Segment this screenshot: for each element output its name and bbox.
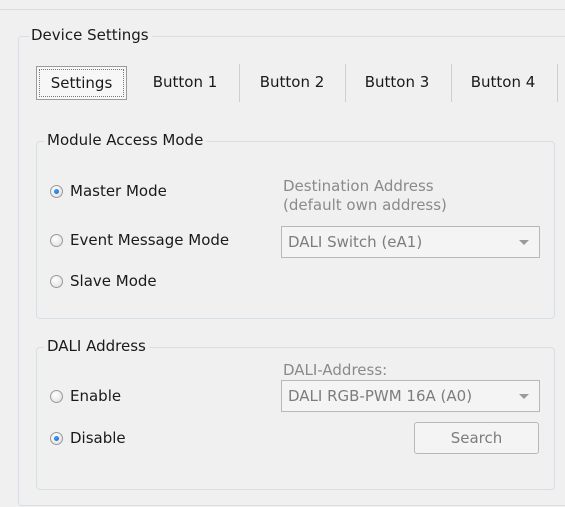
event-message-mode-radio[interactable]: Event Message Mode (50, 230, 229, 250)
chevron-down-icon (519, 394, 529, 399)
tab-button-4[interactable]: Button 4 (453, 66, 553, 100)
device-settings-title: Device Settings (29, 26, 152, 44)
dali-address-value: DALI RGB-PWM 16A (A0) (288, 387, 473, 405)
radio-unchecked-icon (50, 233, 63, 247)
dali-address-select[interactable]: DALI RGB-PWM 16A (A0) (281, 380, 540, 412)
module-access-mode-title: Module Access Mode (44, 131, 207, 149)
search-button[interactable]: Search (414, 422, 539, 454)
tab-button-1[interactable]: Button 1 (135, 66, 235, 100)
enable-label: Enable (70, 387, 122, 405)
top-divider (0, 9, 565, 10)
radio-unchecked-icon (50, 274, 63, 288)
tab-separator (345, 64, 346, 102)
tab-separator (239, 64, 240, 102)
radio-checked-icon (50, 431, 63, 445)
tab-settings-label: Settings (39, 69, 124, 97)
radio-unchecked-icon (50, 389, 63, 403)
dali-address-title: DALI Address (44, 337, 149, 355)
master-mode-label: Master Mode (70, 182, 167, 200)
disable-label: Disable (70, 429, 126, 447)
tab-settings[interactable]: Settings (36, 66, 127, 100)
master-mode-radio[interactable]: Master Mode (50, 181, 167, 201)
tab-button-3[interactable]: Button 3 (347, 66, 447, 100)
chevron-down-icon (519, 240, 529, 245)
slave-mode-radio[interactable]: Slave Mode (50, 271, 157, 291)
destination-address-select[interactable]: DALI Switch (eA1) (281, 226, 540, 258)
radio-checked-icon (50, 184, 63, 198)
enable-radio[interactable]: Enable (50, 386, 121, 406)
tab-separator (451, 64, 452, 102)
destination-address-hint: (default own address) (283, 196, 447, 214)
dali-address-field-label: DALI-Address: (283, 361, 388, 379)
event-message-mode-label: Event Message Mode (70, 231, 230, 249)
tab-button-2[interactable]: Button 2 (242, 66, 342, 100)
top-strip (0, 0, 565, 8)
slave-mode-label: Slave Mode (70, 272, 157, 290)
destination-address-label: Destination Address (283, 177, 434, 195)
destination-address-value: DALI Switch (eA1) (288, 233, 423, 251)
disable-radio[interactable]: Disable (50, 428, 126, 448)
tab-separator (557, 64, 558, 102)
